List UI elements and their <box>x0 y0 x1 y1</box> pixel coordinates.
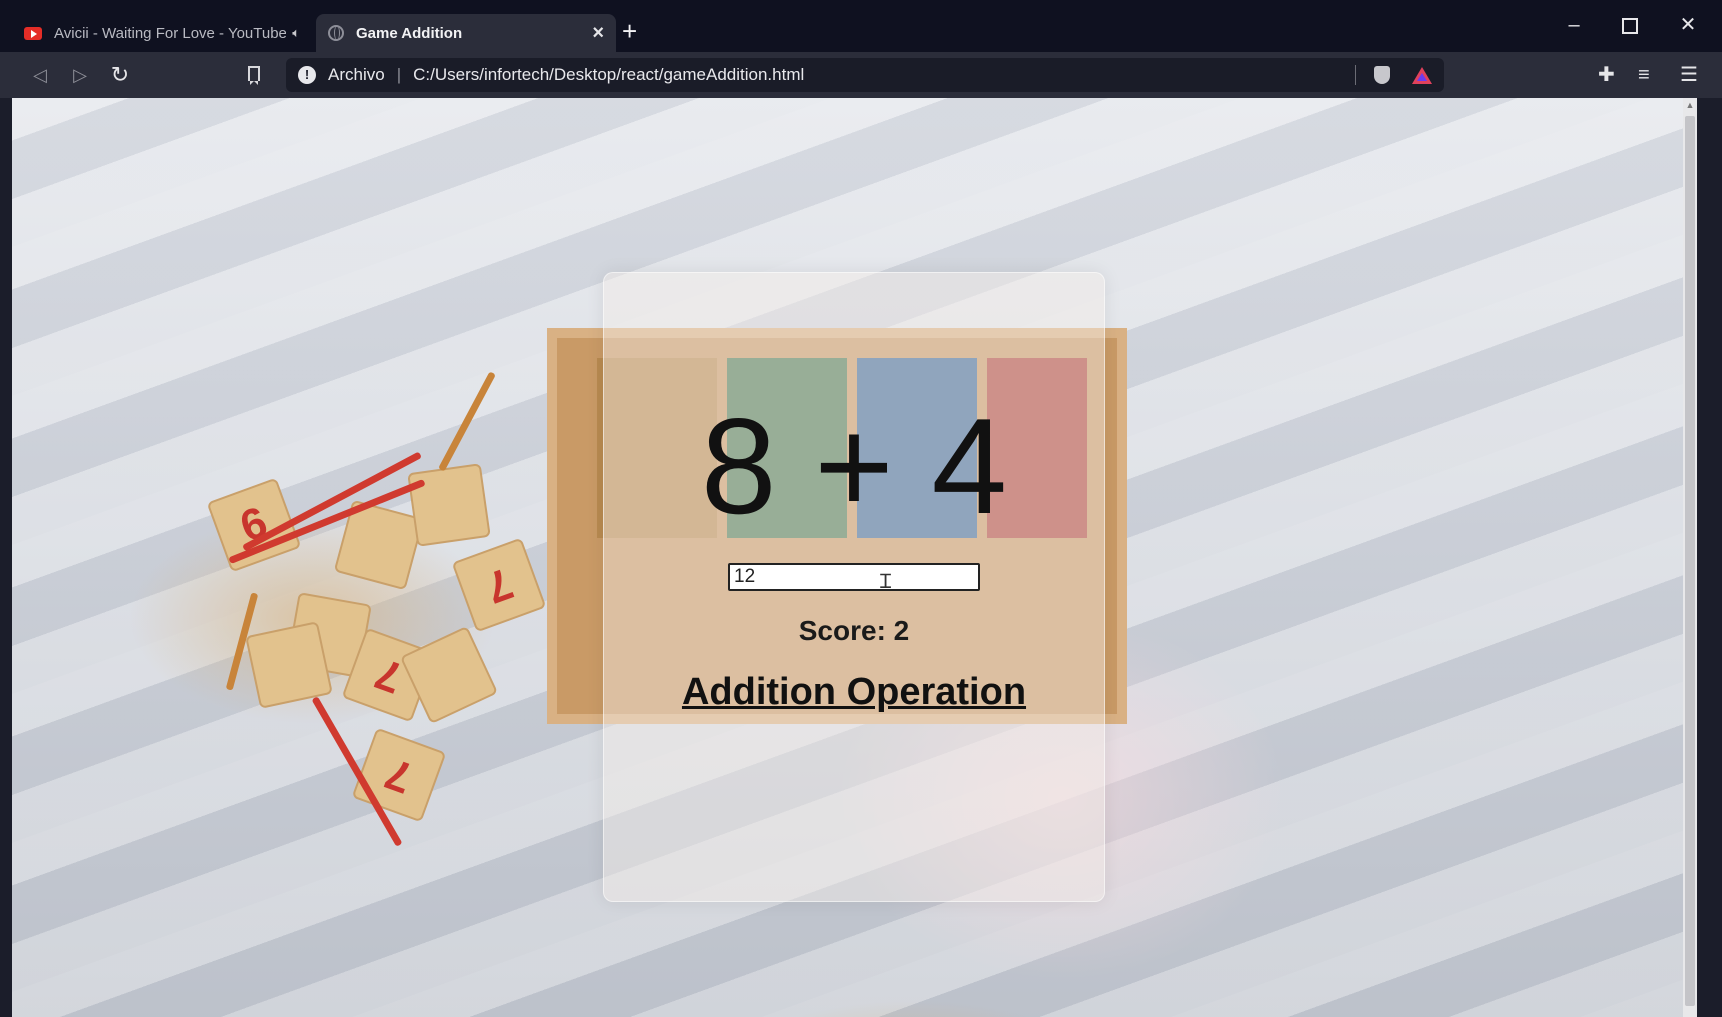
wooden-stick <box>438 371 496 472</box>
menu-icon[interactable]: ☰ <box>1680 63 1698 87</box>
tab-youtube[interactable]: Avicii - Waiting For Love - YouTube 🔈︎ <box>12 14 312 52</box>
info-icon[interactable]: ! <box>298 66 316 84</box>
url-scheme-label: Archivo <box>328 65 385 84</box>
wooden-block: 7 <box>351 727 447 823</box>
minimize-icon[interactable]: – <box>1554 10 1594 40</box>
maximize-icon[interactable] <box>1610 10 1650 40</box>
wooden-block <box>407 463 491 547</box>
answer-input[interactable] <box>728 563 980 591</box>
scrollbar-thumb[interactable] <box>1685 116 1695 1006</box>
wooden-block <box>245 621 333 709</box>
tab-title: Game Addition <box>356 24 463 42</box>
scroll-up-icon[interactable]: ▲ <box>1685 100 1695 110</box>
text-cursor-icon: Ɪ <box>880 571 892 593</box>
brave-shield-icon[interactable] <box>1374 66 1390 84</box>
reload-icon[interactable]: ↻ <box>106 61 134 89</box>
url-divider <box>1355 65 1356 85</box>
forward-icon[interactable]: ▷ <box>66 61 94 89</box>
page-viewport: 6 7 7 7 8 + 4 Ɪ Score: 2 Addition Operat… <box>12 98 1697 1017</box>
youtube-icon <box>24 26 42 40</box>
brave-rewards-icon[interactable] <box>1412 66 1432 84</box>
extensions-icon[interactable]: ✚ <box>1598 63 1615 87</box>
wooden-block: 7 <box>451 537 547 633</box>
close-icon[interactable]: × <box>592 22 604 45</box>
new-tab-icon[interactable]: + <box>622 18 637 44</box>
tab-strip: Avicii - Waiting For Love - YouTube 🔈︎ G… <box>0 0 1722 52</box>
url-text[interactable]: C:/Users/infortech/Desktop/react/gameAdd… <box>413 65 1355 85</box>
bookmark-icon[interactable] <box>248 66 260 85</box>
url-separator: | <box>396 65 402 84</box>
scrollbar[interactable]: ▲ <box>1683 98 1697 1017</box>
operation-title: Addition Operation <box>681 671 1027 713</box>
game-card: 8 + 4 Ɪ Score: 2 Addition Operation <box>603 272 1105 902</box>
math-expression: 8 + 4 <box>700 390 1008 542</box>
browser-toolbar: ◁ ▷ ↻ ! Archivo | C:/Users/infortech/Des… <box>0 52 1722 98</box>
score-label: Score: 2 <box>798 615 910 646</box>
media-controls-icon[interactable]: ≡ <box>1638 63 1650 87</box>
back-icon[interactable]: ◁ <box>26 61 54 89</box>
address-bar[interactable]: ! Archivo | C:/Users/infortech/Desktop/r… <box>286 58 1444 92</box>
tab-game-addition[interactable]: Game Addition × <box>316 14 616 52</box>
window-close-icon[interactable]: ✕ <box>1668 10 1708 40</box>
speaker-icon[interactable]: 🔈︎ <box>292 25 300 41</box>
tab-title: Avicii - Waiting For Love - YouTube <box>54 24 287 42</box>
globe-icon <box>328 25 344 41</box>
